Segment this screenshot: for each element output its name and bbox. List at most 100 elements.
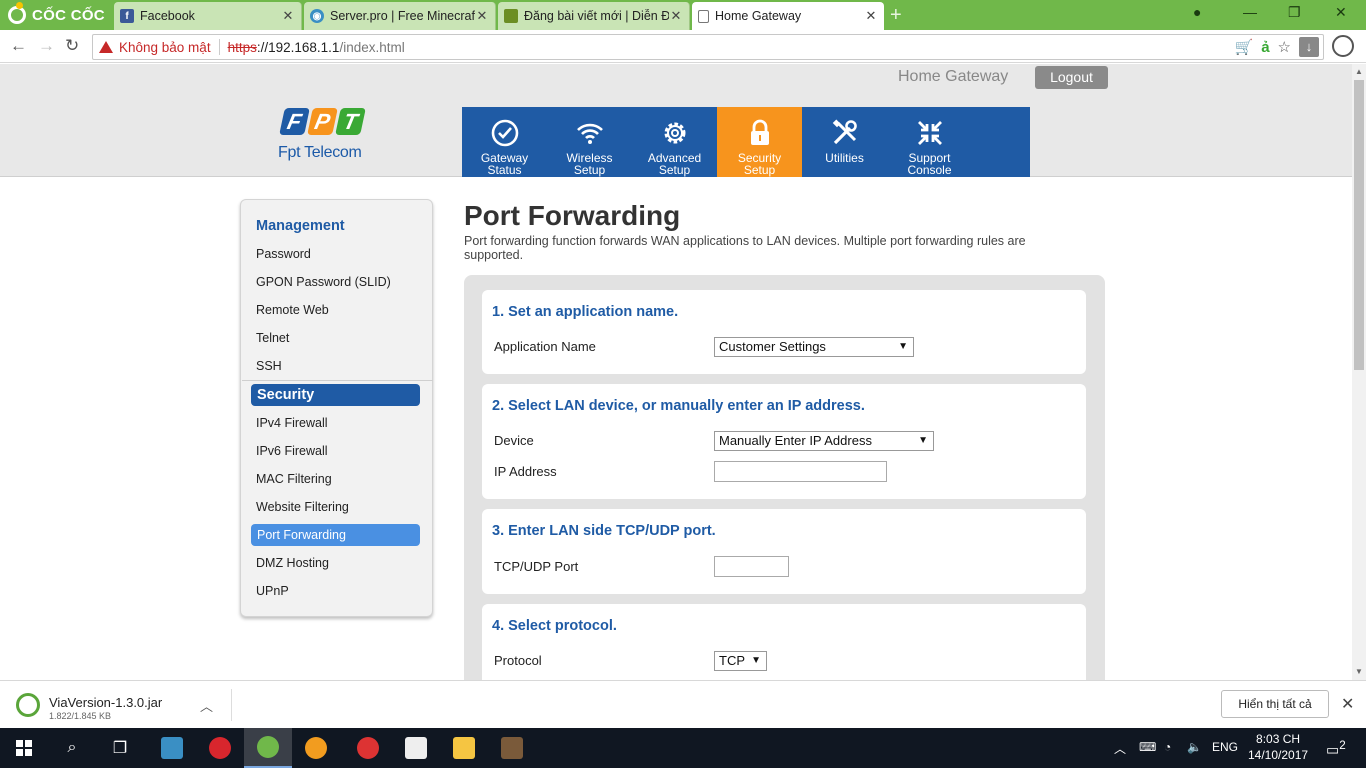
scroll-up-icon[interactable]: ▲ <box>1355 67 1363 76</box>
sidebar-item-website-filtering[interactable]: Website Filtering <box>256 500 349 514</box>
tab-label: Đăng bài viết mới | Diễn Đ <box>524 9 669 23</box>
nav-wireless-setup[interactable]: Wireless Setup <box>547 107 632 177</box>
clock[interactable]: 8:03 CH 14/10/2017 <box>1248 731 1308 763</box>
browser-brand: CỐC CỐC <box>32 6 105 24</box>
close-download-bar-icon[interactable]: ✕ <box>1341 694 1354 714</box>
coccoc-browser-icon[interactable] <box>244 728 292 768</box>
input-language[interactable]: ENG <box>1212 740 1238 754</box>
sidebar-item-upnp[interactable]: UPnP <box>256 584 289 598</box>
nav-gateway-status[interactable]: Gateway Status <box>462 107 547 177</box>
download-arrow-icon[interactable]: ↓ <box>1299 37 1319 57</box>
windows-taskbar: ⌕ ❐ ︿ ⌨ ◔ 🔈 ENG 8:03 CH 14/10/2017 ▭2 <box>0 728 1366 768</box>
nav-label: Console <box>907 163 952 177</box>
url-path: /index.html <box>339 39 405 55</box>
nav-security-setup[interactable]: Security Setup <box>717 107 802 177</box>
window-close-icon[interactable]: ✕ <box>1335 4 1347 21</box>
minecraft-icon[interactable] <box>488 728 536 768</box>
tab-home-gateway[interactable]: Home Gateway ✕ <box>692 2 884 30</box>
home-gateway-title: Home Gateway <box>898 68 1009 85</box>
jar-file-icon <box>16 693 40 717</box>
notification-center-icon[interactable]: ▭2 <box>1326 739 1346 759</box>
nav-utilities[interactable]: Utilities <box>802 107 887 177</box>
step-3-heading: 3. Enter LAN side TCP/UDP port. <box>492 523 716 539</box>
step-lan-device-card: 2. Select LAN device, or manually enter … <box>482 384 1086 499</box>
fpt-telecom-logo: F P T Fpt Telecom <box>278 108 370 178</box>
sidebar-item-remote-web[interactable]: Remote Web <box>256 303 329 317</box>
volume-icon[interactable]: 🔈 <box>1187 740 1202 754</box>
app-name-select[interactable]: Customer Settings ▼ <box>714 337 914 357</box>
browser-menu-icon[interactable] <box>1332 35 1354 57</box>
tab-serverpro[interactable]: ◉ Server.pro | Free Minecraft ✕ <box>304 2 496 30</box>
chevron-up-icon[interactable]: ︿ <box>200 696 213 715</box>
sidebar-item-ssh[interactable]: SSH <box>256 359 282 373</box>
sidebar-item-mac-filtering[interactable]: MAC Filtering <box>256 472 332 486</box>
reload-icon[interactable]: ↻ <box>65 36 79 56</box>
bookmark-star-icon[interactable]: ☆ <box>1278 38 1291 56</box>
sidebar-item-gpon-password[interactable]: GPON Password (SLID) <box>256 275 391 289</box>
sidebar-item-port-forwarding[interactable]: Port Forwarding <box>251 524 420 546</box>
back-icon[interactable]: ← <box>10 36 27 56</box>
windows-start-icon[interactable] <box>0 728 48 768</box>
step-app-name-card: 1. Set an application name. Application … <box>482 290 1086 374</box>
warning-icon <box>99 41 113 53</box>
tray-chevron-up-icon[interactable]: ︿ <box>1114 740 1126 757</box>
caret-down-icon: ▼ <box>918 435 928 446</box>
device-label: Device <box>494 433 534 448</box>
device-select[interactable]: Manually Enter IP Address ▼ <box>714 431 934 451</box>
profile-icon[interactable]: ● <box>1193 4 1201 20</box>
tab-facebook[interactable]: f Facebook ✕ <box>114 2 302 30</box>
download-size: 1.822/1.845 KB <box>49 711 112 721</box>
vietnamese-input-icon[interactable]: ả <box>1261 39 1269 56</box>
browser-menu-logo[interactable]: CỐC CỐC <box>0 0 112 30</box>
port-input[interactable] <box>714 556 789 577</box>
new-tab-icon[interactable]: + <box>890 4 902 27</box>
omnibox-divider <box>218 39 220 55</box>
ccleaner-icon[interactable] <box>344 728 392 768</box>
sidebar-item-telnet[interactable]: Telnet <box>256 331 289 345</box>
logout-button[interactable]: Logout <box>1035 66 1108 89</box>
page-viewport: Home Gateway Logout F P T Fpt Telecom Ga… <box>0 64 1352 680</box>
shopping-cart-icon[interactable]: 🛒 <box>1235 38 1254 56</box>
app-name-selected: Customer Settings <box>719 339 826 354</box>
garena-icon[interactable] <box>196 728 244 768</box>
nav-support-console[interactable]: Support Console <box>887 107 972 177</box>
restore-icon[interactable]: ❐ <box>1288 4 1301 21</box>
close-icon[interactable]: ✕ <box>864 8 878 24</box>
sidebar-item-dmz-hosting[interactable]: DMZ Hosting <box>256 556 329 570</box>
coccoc-logo-icon <box>8 2 26 24</box>
ip-address-input[interactable] <box>714 461 887 482</box>
protocol-select[interactable]: TCP ▼ <box>714 651 767 671</box>
page-scrollbar[interactable]: ▲ ▼ <box>1352 64 1366 680</box>
network-icon[interactable]: ⌨ <box>1139 740 1156 754</box>
task-view-icon[interactable]: ❐ <box>96 728 144 768</box>
sidebar-item-password[interactable]: Password <box>256 247 311 261</box>
caret-down-icon: ▼ <box>898 341 908 352</box>
security-warning[interactable]: Không bảo mật <box>119 40 211 55</box>
clock-date: 14/10/2017 <box>1248 748 1309 762</box>
close-icon[interactable]: ✕ <box>669 8 683 24</box>
tab-forum[interactable]: Đăng bài viết mới | Diễn Đ ✕ <box>498 2 690 30</box>
scroll-down-icon[interactable]: ▼ <box>1355 667 1363 676</box>
app-icon[interactable] <box>392 728 440 768</box>
close-icon[interactable]: ✕ <box>475 8 489 24</box>
nav-advanced-setup[interactable]: Advanced Setup <box>632 107 717 177</box>
page-icon <box>698 9 709 23</box>
overwatch-icon[interactable] <box>292 728 340 768</box>
wifi-tray-icon[interactable]: ◔ <box>1164 740 1171 754</box>
forward-icon[interactable]: → <box>38 36 55 56</box>
download-filename[interactable]: ViaVersion-1.3.0.jar <box>49 695 162 710</box>
app-name-label: Application Name <box>494 339 596 354</box>
minimize-icon[interactable]: — <box>1243 4 1257 20</box>
close-icon[interactable]: ✕ <box>281 8 295 24</box>
show-all-downloads-button[interactable]: Hiển thị tất cả <box>1221 690 1329 718</box>
url-input[interactable]: Không bảo mật https://192.168.1.1/index.… <box>92 34 1324 60</box>
sidebar-group-security[interactable]: Security <box>251 384 420 406</box>
desktop-app-icon[interactable] <box>148 728 196 768</box>
protocol-selected: TCP <box>719 653 745 668</box>
file-explorer-icon[interactable] <box>440 728 488 768</box>
scrollbar-thumb[interactable] <box>1354 80 1364 370</box>
notification-count: 2 <box>1339 739 1346 752</box>
sidebar-item-ipv4-firewall[interactable]: IPv4 Firewall <box>256 416 328 430</box>
sidebar-item-ipv6-firewall[interactable]: IPv6 Firewall <box>256 444 328 458</box>
search-icon[interactable]: ⌕ <box>48 728 96 768</box>
